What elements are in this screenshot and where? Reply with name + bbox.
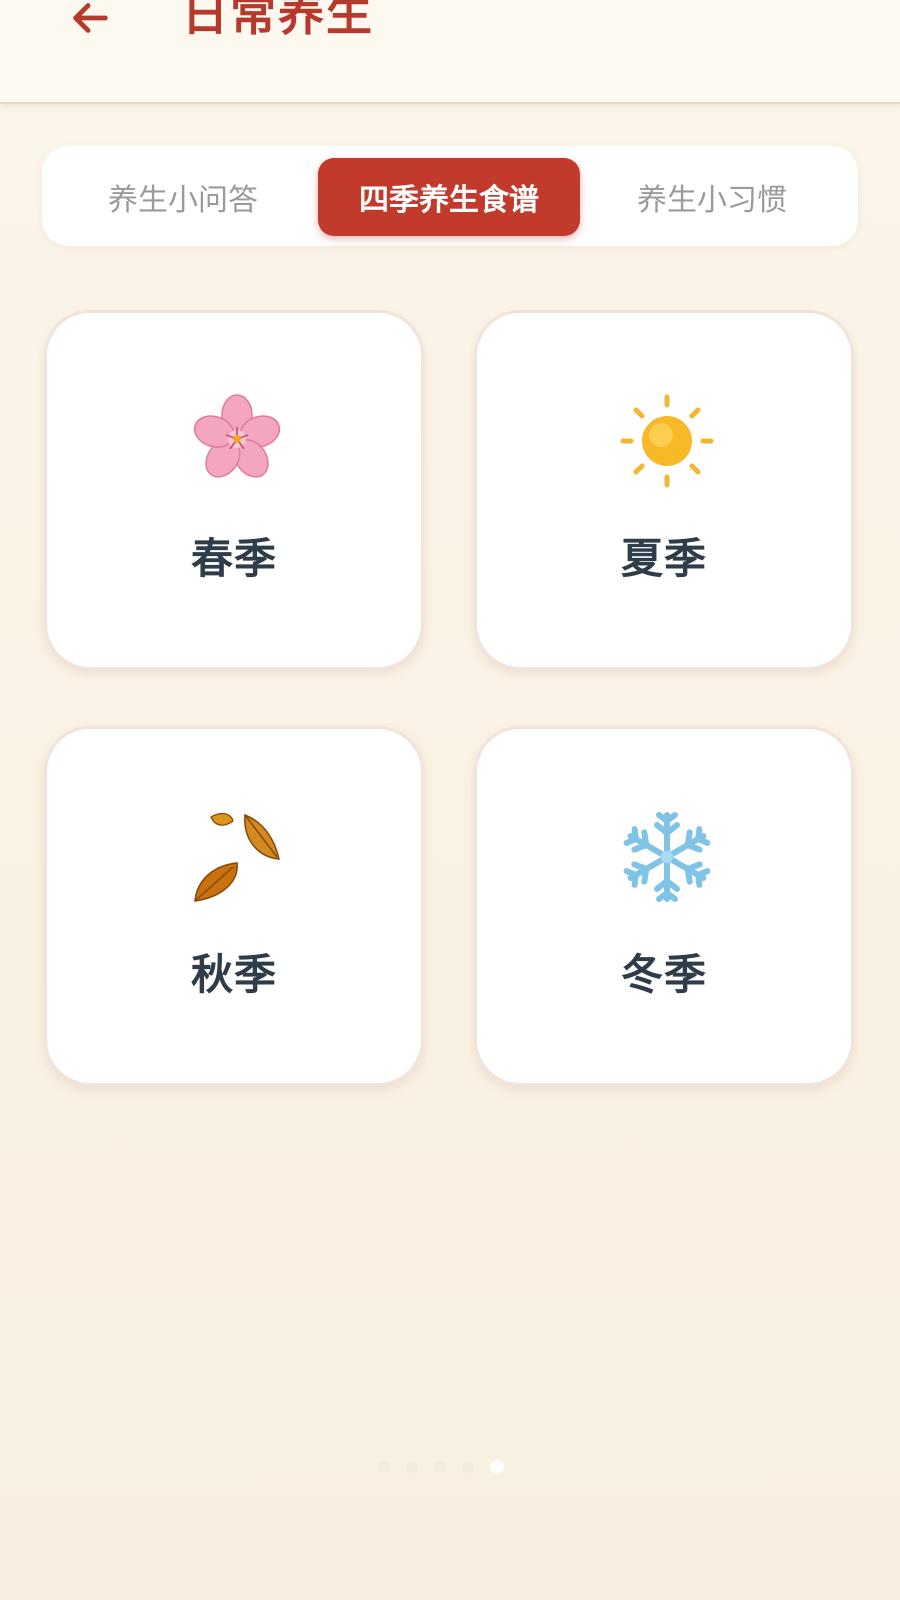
category-tab-bar: 养生小问答 四季养生食谱 养生小习惯 [42,146,858,246]
season-label: 夏季 [620,534,707,583]
page-dot[interactable] [378,1461,390,1473]
cherry-blossom-icon [187,391,287,491]
sun-icon [617,391,717,491]
page-title: 日常养生 [182,0,374,41]
season-label: 春季 [190,534,277,583]
season-card-spring[interactable]: 春季 [44,310,424,670]
app-root: 日常养生 养生小问答 四季养生食谱 养生小习惯 春季 夏季 秋季 冬季 [0,0,900,1600]
season-label: 冬季 [620,950,707,999]
page-dot[interactable] [434,1461,446,1473]
tab-health-habits[interactable]: 养生小习惯 [622,158,802,236]
tab-seasonal-recipes[interactable]: 四季养生食谱 [318,158,580,236]
top-app-bar: 日常养生 [0,0,900,104]
season-card-autumn[interactable]: 秋季 [44,726,424,1086]
season-label: 秋季 [190,950,277,999]
page-indicator [378,1460,518,1474]
tab-health-qa[interactable]: 养生小问答 [98,158,268,236]
season-card-summer[interactable]: 夏季 [474,310,854,670]
fallen-leaves-icon [187,807,287,907]
page-dot[interactable] [406,1461,418,1473]
page-dot[interactable] [462,1461,474,1473]
season-card-winter[interactable]: 冬季 [474,726,854,1086]
arrow-left-icon [73,3,108,33]
snowflake-icon [617,807,717,907]
page-dot-active[interactable] [490,1460,504,1474]
back-button[interactable] [58,0,122,50]
